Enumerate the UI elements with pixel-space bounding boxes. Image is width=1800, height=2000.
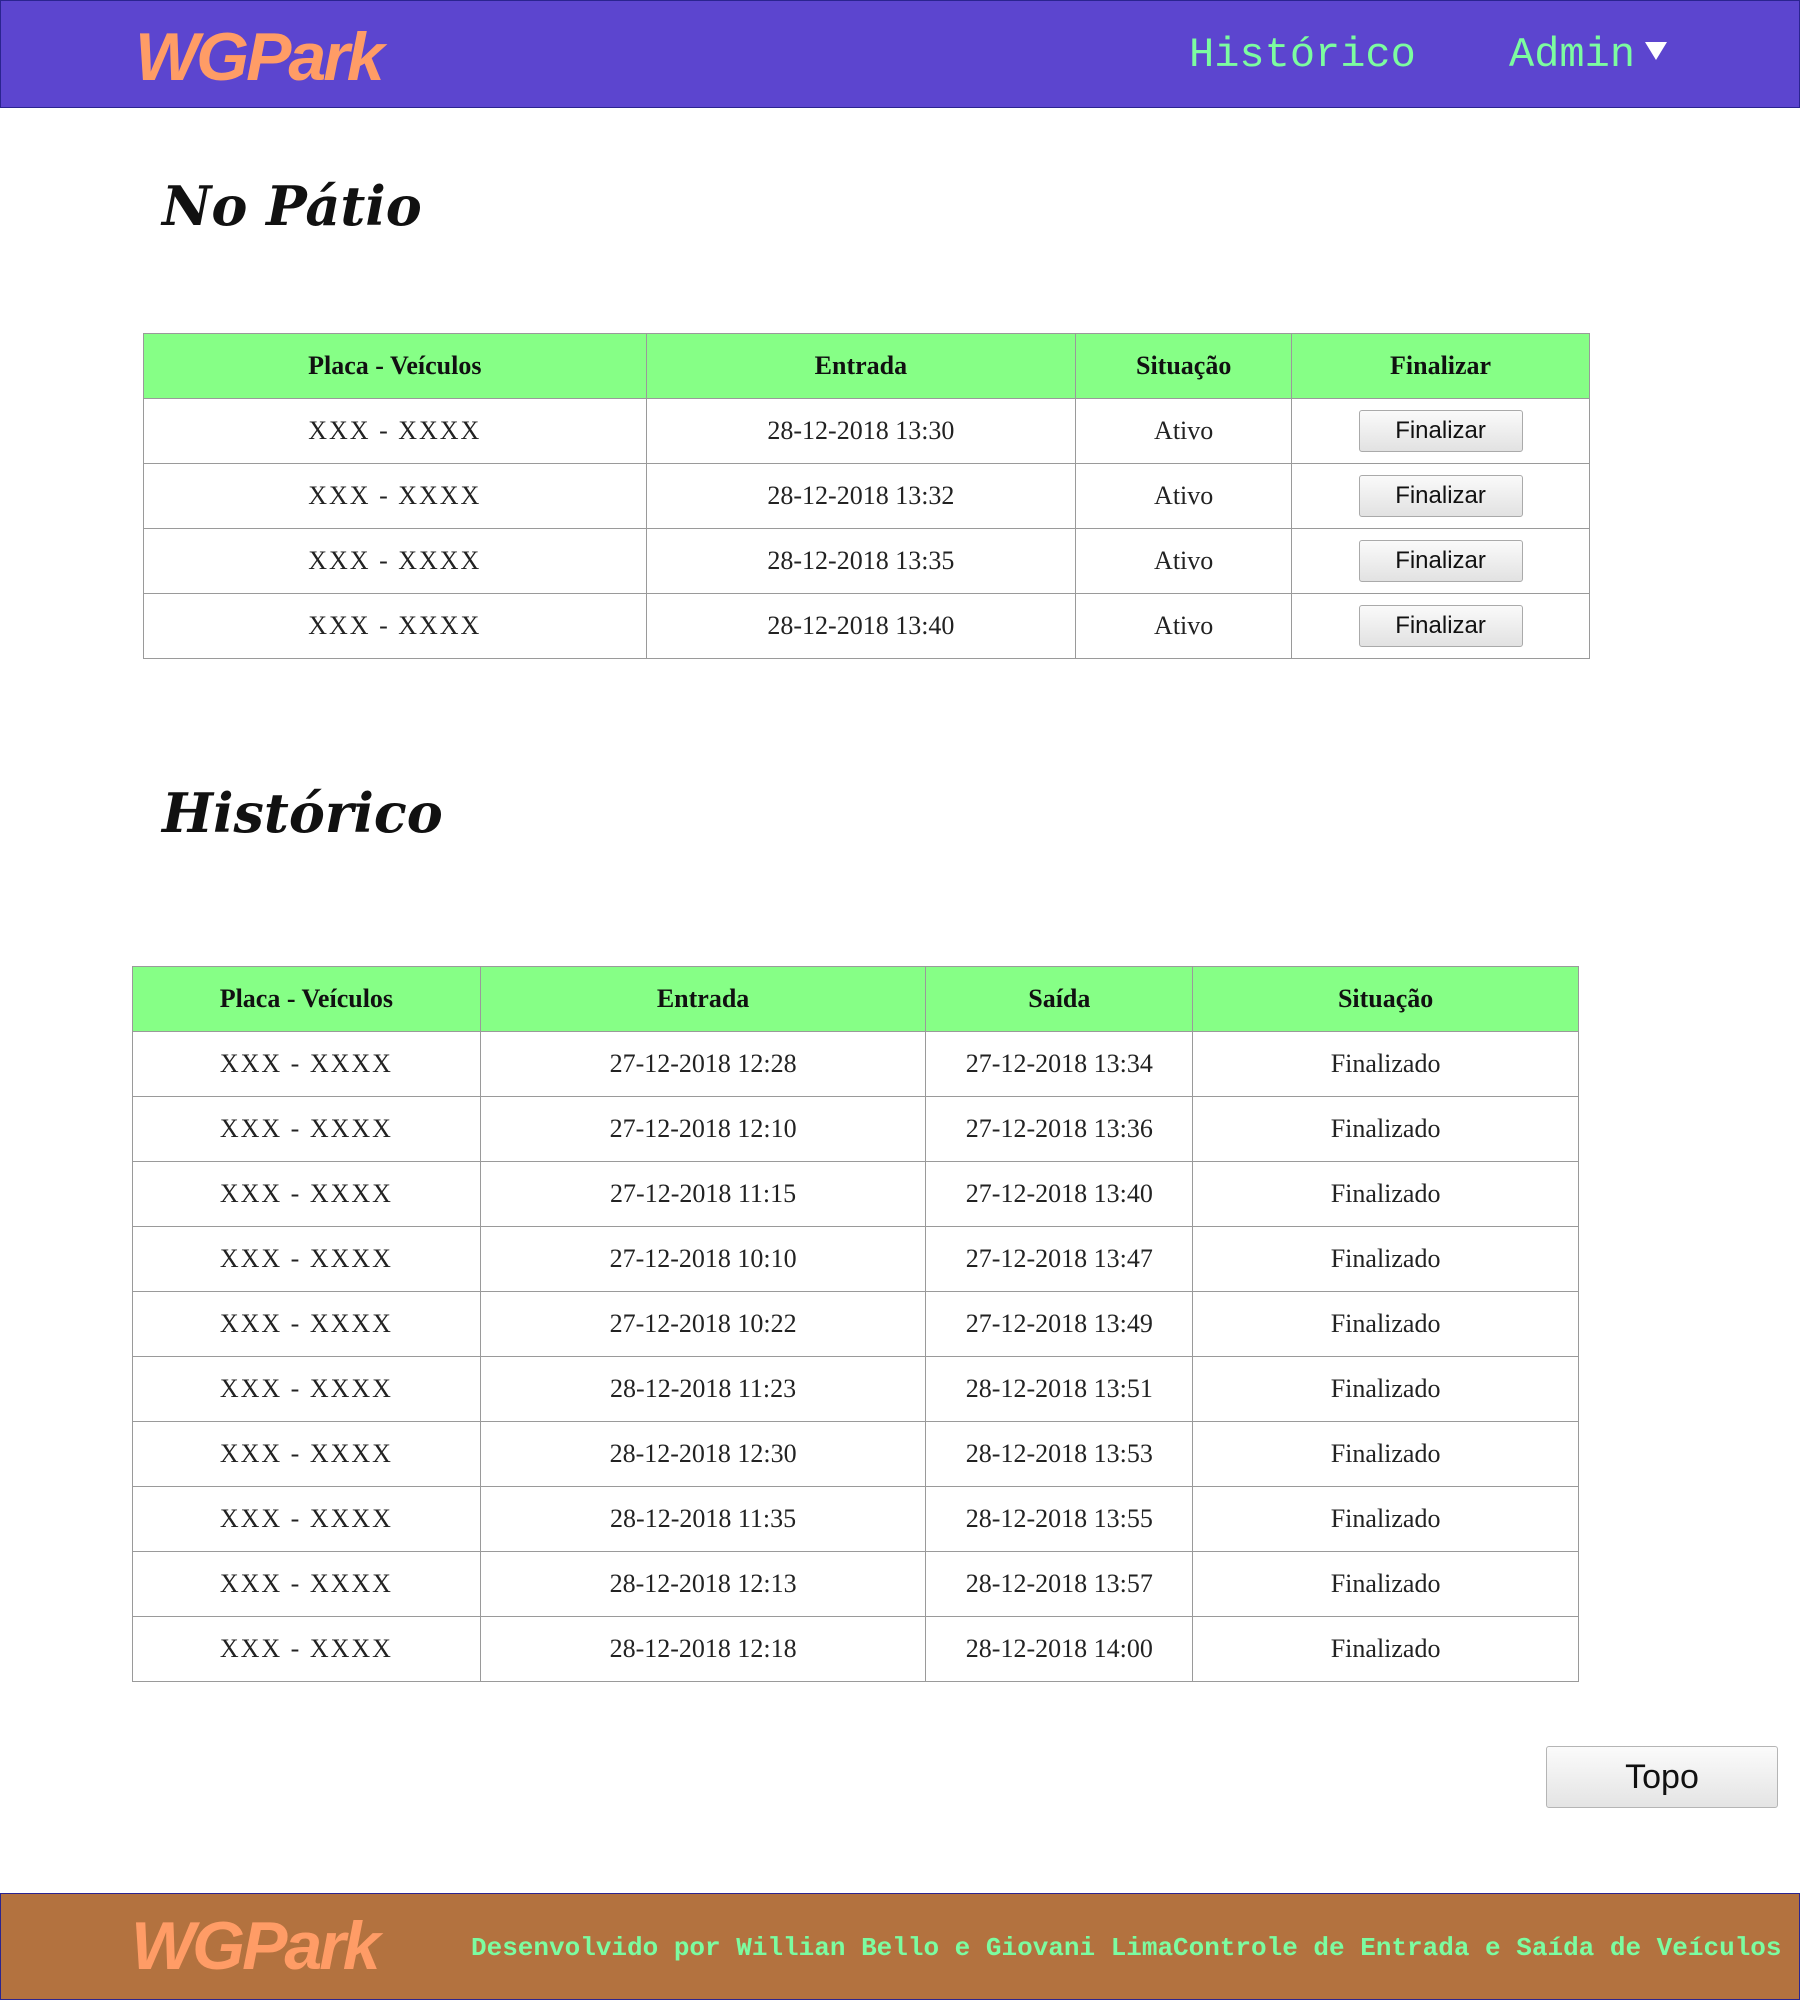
header-situacao: Situação <box>1192 966 1579 1032</box>
cell-placa: XXX - XXXX <box>132 1421 481 1487</box>
cell-saida: 27-12-2018 13:36 <box>925 1096 1194 1162</box>
finalizar-button[interactable]: Finalizar <box>1358 410 1523 452</box>
historico-table: Placa - Veículos Entrada Saída Situação … <box>132 966 1579 1682</box>
cell-situacao: Finalizado <box>1192 1421 1579 1487</box>
cell-situacao: Finalizado <box>1192 1291 1579 1357</box>
nav-admin-label: Admin <box>1509 31 1636 79</box>
cell-entrada: 27-12-2018 10:10 <box>479 1226 927 1292</box>
header-entrada: Entrada <box>479 966 927 1032</box>
finalizar-button[interactable]: Finalizar <box>1358 540 1523 582</box>
patio-table: Placa - Veículos Entrada Situação Finali… <box>143 333 1590 659</box>
cell-entrada: 28-12-2018 13:32 <box>645 463 1077 529</box>
cell-entrada: 28-12-2018 13:30 <box>645 398 1077 464</box>
cell-placa: XXX - XXXX <box>132 1356 481 1422</box>
table-row: XXX - XXXX 28-12-2018 13:40 Ativo Finali… <box>143 593 1590 659</box>
cell-saida: 27-12-2018 13:47 <box>925 1226 1194 1292</box>
table-header-row: Placa - Veículos Entrada Saída Situação <box>132 966 1579 1032</box>
header-finalizar: Finalizar <box>1291 333 1590 399</box>
cell-entrada: 27-12-2018 12:10 <box>479 1096 927 1162</box>
footer-developed-by: Desenvolvido por Willian Bello e Giovani… <box>471 1933 1174 1963</box>
topo-button[interactable]: Topo <box>1546 1746 1778 1808</box>
table-row: XXX - XXXX 27-12-2018 11:15 27-12-2018 13:… <box>132 1161 1579 1227</box>
cell-saida: 28-12-2018 13:57 <box>925 1551 1194 1617</box>
section-title-patio: No Pátio <box>162 174 422 238</box>
finalizar-button[interactable]: Finalizar <box>1358 605 1523 647</box>
cell-situacao: Finalizado <box>1192 1551 1579 1617</box>
cell-placa: XXX - XXXX <box>143 398 647 464</box>
cell-action: Finalizar <box>1291 528 1590 594</box>
cell-action: Finalizar <box>1291 463 1590 529</box>
footer-tagline: Controle de Entrada e Saída de Veículos <box>1173 1933 1782 1963</box>
table-row: XXX - XXXX 28-12-2018 12:30 28-12-2018 13:… <box>132 1421 1579 1487</box>
table-row: XXX - XXXX 28-12-2018 12:13 28-12-2018 13:… <box>132 1551 1579 1617</box>
nav-dropdown-admin[interactable]: Admin <box>1509 29 1668 81</box>
cell-situacao: Finalizado <box>1192 1096 1579 1162</box>
cell-entrada: 27-12-2018 12:28 <box>479 1031 927 1097</box>
header-placa: Placa - Veículos <box>132 966 481 1032</box>
cell-placa: XXX - XXXX <box>132 1551 481 1617</box>
footer: WGPark Desenvolvido por Willian Bello e … <box>0 1893 1800 2000</box>
cell-entrada: 28-12-2018 12:30 <box>479 1421 927 1487</box>
cell-action: Finalizar <box>1291 593 1590 659</box>
table-row: XXX - XXXX 27-12-2018 10:22 27-12-2018 13:… <box>132 1291 1579 1357</box>
brand-logo[interactable]: WGPark <box>135 19 385 95</box>
table-row: XXX - XXXX 27-12-2018 12:10 27-12-2018 13:… <box>132 1096 1579 1162</box>
cell-placa: XXX - XXXX <box>132 1031 481 1097</box>
cell-saida: 28-12-2018 13:55 <box>925 1486 1194 1552</box>
cell-entrada: 28-12-2018 13:35 <box>645 528 1077 594</box>
cell-situacao: Ativo <box>1075 593 1293 659</box>
nav-link-historico[interactable]: Histórico <box>1189 29 1416 81</box>
table-row: XXX - XXXX 27-12-2018 10:10 27-12-2018 13:… <box>132 1226 1579 1292</box>
cell-placa: XXX - XXXX <box>132 1161 481 1227</box>
cell-placa: XXX - XXXX <box>132 1291 481 1357</box>
cell-situacao: Ativo <box>1075 398 1293 464</box>
header-situacao: Situação <box>1075 333 1293 399</box>
cell-situacao: Ativo <box>1075 528 1293 594</box>
cell-placa: XXX - XXXX <box>143 593 647 659</box>
cell-situacao: Finalizado <box>1192 1616 1579 1682</box>
table-row: XXX - XXXX 28-12-2018 13:32 Ativo Finali… <box>143 463 1590 529</box>
cell-entrada: 28-12-2018 12:18 <box>479 1616 927 1682</box>
table-row: XXX - XXXX 28-12-2018 13:30 Ativo Finali… <box>143 398 1590 464</box>
cell-entrada: 28-12-2018 11:23 <box>479 1356 927 1422</box>
cell-placa: XXX - XXXX <box>143 528 647 594</box>
cell-situacao: Finalizado <box>1192 1031 1579 1097</box>
cell-placa: XXX - XXXX <box>143 463 647 529</box>
navbar: WGPark Histórico Admin <box>0 0 1800 108</box>
table-header-row: Placa - Veículos Entrada Situação Finali… <box>143 333 1590 399</box>
header-placa: Placa - Veículos <box>143 333 647 399</box>
cell-placa: XXX - XXXX <box>132 1486 481 1552</box>
cell-saida: 27-12-2018 13:40 <box>925 1161 1194 1227</box>
cell-situacao: Finalizado <box>1192 1356 1579 1422</box>
finalizar-button[interactable]: Finalizar <box>1358 475 1523 517</box>
cell-entrada: 28-12-2018 13:40 <box>645 593 1077 659</box>
caret-down-icon <box>1645 42 1668 60</box>
cell-saida: 28-12-2018 14:00 <box>925 1616 1194 1682</box>
header-entrada: Entrada <box>645 333 1077 399</box>
table-row: XXX - XXXX 28-12-2018 13:35 Ativo Finali… <box>143 528 1590 594</box>
cell-placa: XXX - XXXX <box>132 1616 481 1682</box>
cell-situacao: Finalizado <box>1192 1486 1579 1552</box>
cell-placa: XXX - XXXX <box>132 1226 481 1292</box>
cell-entrada: 28-12-2018 12:13 <box>479 1551 927 1617</box>
cell-saida: 28-12-2018 13:51 <box>925 1356 1194 1422</box>
table-row: XXX - XXXX 28-12-2018 12:18 28-12-2018 14:… <box>132 1616 1579 1682</box>
table-row: XXX - XXXX 28-12-2018 11:23 28-12-2018 13:… <box>132 1356 1579 1422</box>
table-row: XXX - XXXX 27-12-2018 12:28 27-12-2018 13:… <box>132 1031 1579 1097</box>
cell-entrada: 27-12-2018 11:15 <box>479 1161 927 1227</box>
cell-situacao: Ativo <box>1075 463 1293 529</box>
header-saida: Saída <box>925 966 1194 1032</box>
section-title-historico: Histórico <box>162 781 443 845</box>
cell-entrada: 27-12-2018 10:22 <box>479 1291 927 1357</box>
cell-action: Finalizar <box>1291 398 1590 464</box>
footer-brand-logo: WGPark <box>131 1908 381 1984</box>
cell-saida: 28-12-2018 13:53 <box>925 1421 1194 1487</box>
cell-placa: XXX - XXXX <box>132 1096 481 1162</box>
table-row: XXX - XXXX 28-12-2018 11:35 28-12-2018 13:… <box>132 1486 1579 1552</box>
cell-saida: 27-12-2018 13:34 <box>925 1031 1194 1097</box>
cell-entrada: 28-12-2018 11:35 <box>479 1486 927 1552</box>
cell-saida: 27-12-2018 13:49 <box>925 1291 1194 1357</box>
cell-situacao: Finalizado <box>1192 1161 1579 1227</box>
cell-situacao: Finalizado <box>1192 1226 1579 1292</box>
